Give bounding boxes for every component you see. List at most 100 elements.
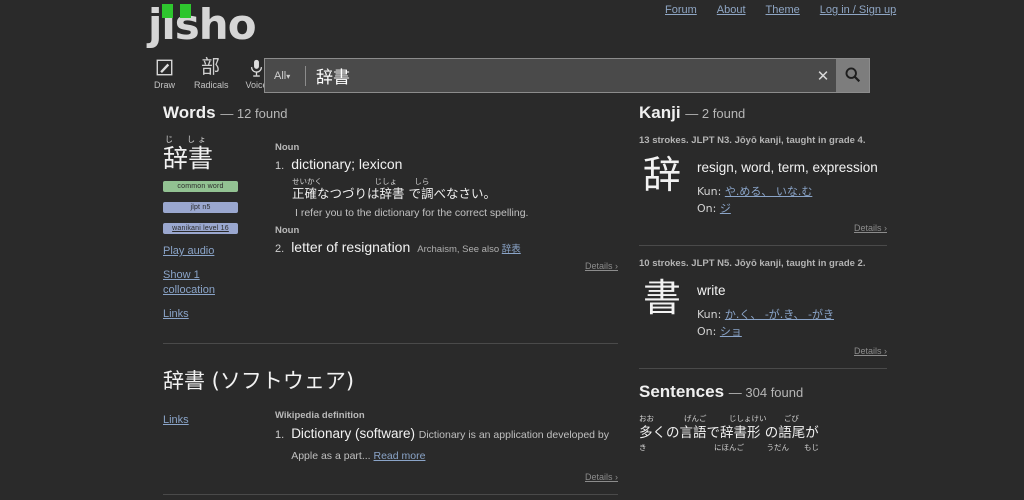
example-furigana: せいかく じしょ しら [292, 177, 430, 186]
kanji-divider [639, 245, 887, 246]
word-details: Details › [275, 261, 618, 271]
part-of-speech: Noun [275, 225, 300, 236]
example-japanese: 正確なつづりは辞書 で調べなさい。 [292, 186, 496, 201]
wikipedia-entry-left: Links [163, 410, 275, 482]
kanji-kun-reading: Kun: や.める、 いな.む [697, 183, 887, 200]
sentences-divider [639, 368, 887, 369]
kanji-meta: 10 strokes. JLPT N5. Jōyō kanji, taught … [639, 258, 866, 269]
details-link[interactable]: Details › [854, 346, 887, 356]
magnifier-icon [844, 66, 861, 86]
side-column: Kanji — 2 found 13 strokes. JLPT N3. Jōy… [639, 103, 887, 453]
wikipedia-entry: 辞書 (ソフトウェア) Links Wikipedia definition 1… [163, 368, 618, 482]
kanji-count: — 2 found [685, 106, 746, 121]
kanji-meanings: write [697, 283, 726, 298]
draw-tool-label: Draw [153, 80, 175, 90]
sense-item: 2. letter of resignation Archaism, See a… [275, 239, 618, 255]
sentence-japanese: 多くの言語で辞書形 の語尾が [639, 425, 819, 441]
word-links-link[interactable]: Links [163, 307, 189, 322]
wikipedia-definition-title: Dictionary (software) [291, 426, 415, 441]
wikipedia-definition-number: 1. [275, 429, 285, 441]
words-section-title: Words — 12 found [163, 103, 618, 123]
kun-reading-value[interactable]: か.く、 -が.き、 -がき [725, 308, 834, 321]
word-side-links: Play audio Show 1 collocation Links [163, 244, 275, 322]
details-link[interactable]: Details › [585, 261, 618, 271]
clear-search-button[interactable]: ✕ [810, 67, 836, 85]
wikipedia-details: Details › [275, 472, 618, 482]
see-also-link[interactable]: 辞表 [502, 244, 521, 255]
on-reading-value[interactable]: ショ [720, 325, 742, 338]
tag-jlpt: jlpt n5 [163, 202, 238, 213]
kanji-character[interactable]: 辞 [639, 153, 685, 217]
words-count: — 12 found [220, 106, 288, 121]
entry-divider [163, 343, 618, 344]
sentence-furigana-bottom: き にほんご うだん もじ [639, 443, 819, 452]
search-scope-dropdown[interactable]: All▾ [265, 70, 305, 82]
word-tags: common word jlpt n5 wanikani level 16 [163, 181, 275, 234]
on-label: On: [697, 325, 717, 338]
kanji-meanings: resign, word, term, expression [697, 160, 878, 175]
kanji-details: Details › [639, 223, 887, 233]
chevron-down-icon: ▾ [286, 71, 291, 81]
sentence-furigana-top: おお げんご じしょけい ごび [639, 414, 799, 423]
kun-reading-value[interactable]: や.める、 いな.む [725, 185, 813, 198]
sense-note-text: Archaism, See also [417, 244, 500, 255]
search-input[interactable] [306, 65, 810, 86]
radicals-tool-label: Radicals [194, 80, 229, 90]
nav-link-about[interactable]: About [717, 4, 746, 16]
kanji-character[interactable]: 書 [639, 276, 685, 340]
sense-note: Archaism, See also 辞表 [417, 241, 521, 255]
kanji-entry: 13 strokes. JLPT N3. Jōyō kanji, taught … [639, 134, 887, 233]
wikipedia-entry-right: Wikipedia definition 1. Dictionary (soft… [275, 410, 618, 482]
example-english: I refer you to the dictionary for the co… [295, 207, 529, 219]
search-submit-button[interactable] [836, 59, 869, 92]
words-column: Words — 12 found じ しょ 辞書 common word jlp… [163, 103, 618, 500]
sentences-section: Sentences — 304 found おお げんご じしょけい ごび 多く… [639, 382, 887, 453]
radicals-tool-button[interactable]: 部 Radicals [194, 57, 229, 90]
kanji-details: Details › [639, 346, 887, 356]
sense-text: letter of resignation [291, 239, 411, 255]
wikipedia-definition: 1. Dictionary (software) Dictionary is a… [275, 424, 618, 466]
sense-item: 1. dictionary; lexicon [275, 156, 618, 172]
kanji-on-reading: On: ショ [697, 323, 887, 340]
sentences-count: — 304 found [728, 385, 804, 400]
show-collocations-link[interactable]: Show 1 collocation [163, 268, 233, 298]
read-more-link[interactable]: Read more [374, 450, 426, 462]
input-tools: Draw 部 Radicals Voice [148, 57, 273, 90]
details-link[interactable]: Details › [585, 472, 618, 482]
kanji-section-title: Kanji — 2 found [639, 103, 887, 123]
word-headword: 辞書 [163, 144, 214, 173]
sense-text: dictionary; lexicon [291, 156, 403, 172]
draw-tool-button[interactable]: Draw [148, 57, 181, 90]
word-entry-right: Noun 1. dictionary; lexicon せいかく じしょ しら … [275, 134, 618, 331]
part-of-speech: Noun [275, 142, 300, 153]
next-entry-partial [163, 495, 618, 500]
play-audio-link[interactable]: Play audio [163, 244, 214, 259]
kanji-heading: Kanji [639, 103, 681, 122]
logo-green-squares-icon [162, 4, 191, 18]
details-link[interactable]: Details › [854, 223, 887, 233]
search-scope-label: All [274, 69, 287, 82]
tag-wanikani-level[interactable]: wanikani level 16 [163, 223, 238, 234]
kanji-kun-reading: Kun: か.く、 -が.き、 -がき [697, 306, 887, 323]
kanji-entry: 10 strokes. JLPT N5. Jōyō kanji, taught … [639, 257, 887, 356]
sentences-section-title: Sentences — 304 found [639, 382, 887, 402]
sense-number: 1. [275, 160, 285, 172]
kanji-meta: 13 strokes. JLPT N3. Jōyō kanji, taught … [639, 135, 866, 146]
wikipedia-entry-title: 辞書 (ソフトウェア) [163, 369, 355, 393]
nav-link-theme[interactable]: Theme [766, 4, 800, 16]
sense-number: 2. [275, 243, 285, 255]
site-header: Forum About Theme Log in / Sign up jisho… [0, 0, 1024, 103]
nav-link-forum[interactable]: Forum [665, 4, 697, 16]
wikipedia-definition-label: Wikipedia definition [275, 410, 365, 421]
search-bar: All▾ ✕ [264, 58, 870, 93]
main-content: Words — 12 found じ しょ 辞書 common word jlp… [0, 103, 1024, 500]
nav-link-login-signup[interactable]: Log in / Sign up [820, 4, 896, 16]
sentence-item[interactable]: おお げんご じしょけい ごび 多くの言語で辞書形 の語尾が き にほんご うだ… [639, 413, 887, 453]
on-reading-value[interactable]: ジ [720, 202, 731, 215]
top-nav: Forum About Theme Log in / Sign up [665, 4, 896, 16]
kun-label: Kun: [697, 308, 722, 321]
word-entry: じ しょ 辞書 common word jlpt n5 wanikani lev… [163, 134, 618, 331]
kanji-on-reading: On: ジ [697, 200, 887, 217]
wikipedia-links-link[interactable]: Links [163, 414, 189, 426]
example-sentence: せいかく じしょ しら 正確なつづりは辞書 で調べなさい。 I refer yo… [292, 176, 618, 219]
